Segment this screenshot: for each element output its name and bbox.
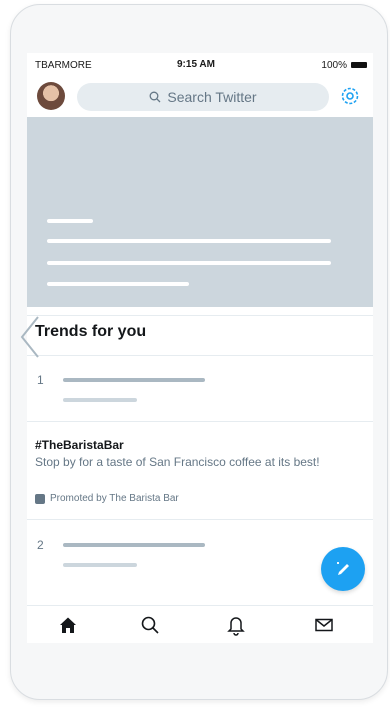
status-bar: TBARMORE 9:15 AM 100%	[27, 53, 373, 77]
bell-icon[interactable]	[225, 614, 247, 636]
promoted-label: Promoted by The Barista Bar	[35, 493, 179, 504]
placeholder-line	[47, 282, 189, 286]
phone-frame: TBARMORE 9:15 AM 100% Search Twitter Tre…	[10, 4, 388, 700]
divider	[27, 421, 373, 422]
placeholder-line	[47, 239, 331, 243]
divider	[27, 355, 373, 356]
placeholder-line	[63, 543, 205, 547]
trend-description: Stop by for a taste of San Francisco cof…	[35, 455, 320, 469]
trend-rank: 2	[37, 538, 44, 552]
bottom-tab-bar	[27, 605, 373, 643]
top-header: Search Twitter	[27, 77, 373, 117]
clock: 9:15 AM	[177, 59, 215, 70]
placeholder-line	[47, 219, 93, 223]
carrier-label: TBARMORE	[35, 60, 92, 71]
gear-icon[interactable]	[339, 85, 361, 107]
hero-placeholder[interactable]	[27, 117, 373, 307]
avatar[interactable]	[37, 82, 65, 110]
divider	[27, 519, 373, 520]
mail-icon[interactable]	[313, 614, 335, 636]
chevron-left-icon[interactable]	[18, 315, 42, 359]
app-screen: TBARMORE 9:15 AM 100% Search Twitter Tre…	[27, 53, 373, 643]
search-input[interactable]: Search Twitter	[77, 83, 329, 111]
promoted-text: Promoted by The Barista Bar	[50, 493, 179, 504]
trend-rank: 1	[37, 373, 44, 387]
placeholder-line	[63, 563, 137, 567]
home-icon[interactable]	[57, 614, 79, 636]
compose-button[interactable]	[321, 547, 365, 591]
placeholder-line	[63, 398, 137, 402]
battery-level: 100%	[321, 60, 347, 71]
section-title: Trends for you	[35, 323, 147, 340]
placeholder-line	[63, 378, 205, 382]
divider	[27, 315, 373, 316]
promoted-icon	[35, 493, 45, 504]
search-icon[interactable]	[139, 614, 161, 636]
search-icon	[149, 91, 161, 103]
compose-icon	[337, 562, 349, 575]
search-placeholder: Search Twitter	[167, 89, 257, 105]
placeholder-line	[47, 261, 331, 265]
trend-hashtag: #TheBaristaBar	[35, 438, 124, 452]
battery-icon	[351, 62, 367, 68]
